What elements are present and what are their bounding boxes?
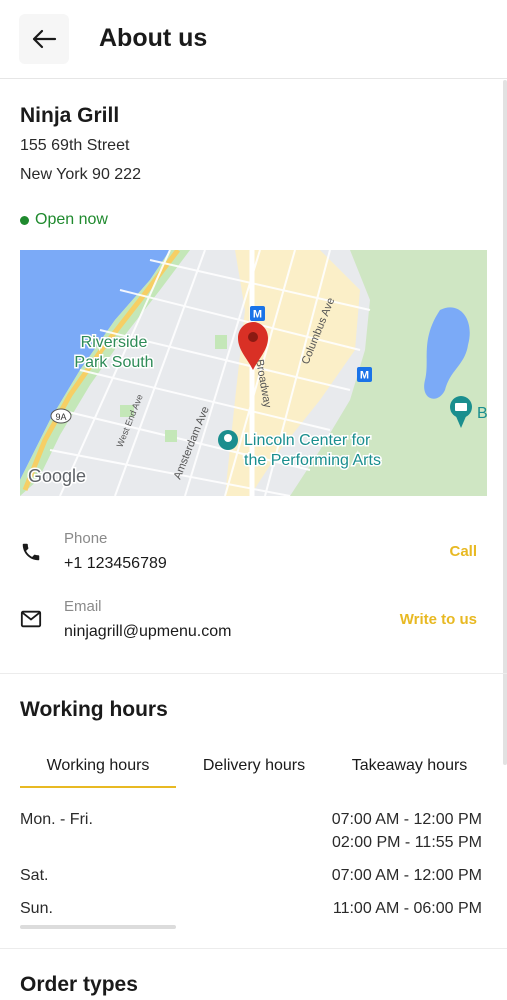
app-header: About us	[0, 0, 507, 79]
metro-label-1: M	[253, 309, 262, 321]
address-line-1: 155 69th Street	[20, 137, 130, 154]
restaurant-name: Ninja Grill	[20, 104, 120, 127]
page-title: About us	[99, 24, 208, 52]
google-logo: Google	[28, 466, 86, 486]
order-types-title: Order types	[20, 973, 138, 996]
metro-label-2: M	[360, 370, 369, 382]
email-label: Email	[64, 598, 102, 615]
route-label: 9A	[55, 412, 66, 422]
open-status: Open now	[20, 211, 108, 229]
working-hours-title: Working hours	[20, 698, 168, 721]
tab-delivery-hours[interactable]: Delivery hours	[176, 757, 332, 775]
poi-b-label: B	[477, 405, 487, 422]
hours-time-sat: 07:00 AM - 12:00 PM	[331, 867, 482, 884]
tab-takeaway-hours[interactable]: Takeaway hours	[332, 757, 487, 775]
hours-scrollbar[interactable]	[20, 925, 176, 929]
page-scrollbar[interactable]	[503, 80, 507, 765]
mail-icon	[20, 610, 42, 628]
arrow-left-icon	[32, 29, 57, 49]
tab-working-hours[interactable]: Working hours	[20, 757, 176, 775]
active-tab-indicator	[20, 786, 176, 788]
open-status-label: Open now	[35, 211, 108, 228]
hours-time-mon-fri-2: 02:00 PM - 11:55 PM	[332, 834, 482, 851]
section-divider	[0, 673, 507, 674]
call-button[interactable]: Call	[449, 543, 477, 560]
hours-time-mon-fri-1: 07:00 AM - 12:00 PM	[331, 811, 482, 828]
location-map[interactable]: Riverside Park South Lincoln Center for …	[20, 250, 487, 496]
back-button[interactable]	[19, 14, 69, 64]
write-to-us-button[interactable]: Write to us	[400, 611, 477, 628]
phone-value: +1 123456789	[64, 555, 167, 572]
hours-day-sat: Sat.	[20, 867, 49, 884]
email-value: ninjagrill@upmenu.com	[64, 623, 232, 640]
status-dot-icon	[20, 215, 29, 225]
phone-icon	[22, 543, 40, 561]
lincoln-label-2: the Performing Arts	[244, 452, 381, 469]
hours-time-sun: 11:00 AM - 06:00 PM	[332, 900, 482, 917]
hours-day-sun: Sun.	[20, 900, 53, 917]
riverside-label-2: Park South	[74, 354, 153, 371]
phone-label: Phone	[64, 530, 108, 547]
section-divider	[0, 948, 507, 949]
riverside-label-1: Riverside	[81, 334, 148, 351]
address-line-2: New York 90 222	[20, 166, 141, 183]
hours-day-mon-fri: Mon. - Fri.	[20, 811, 93, 828]
lincoln-label-1: Lincoln Center for	[244, 432, 371, 449]
